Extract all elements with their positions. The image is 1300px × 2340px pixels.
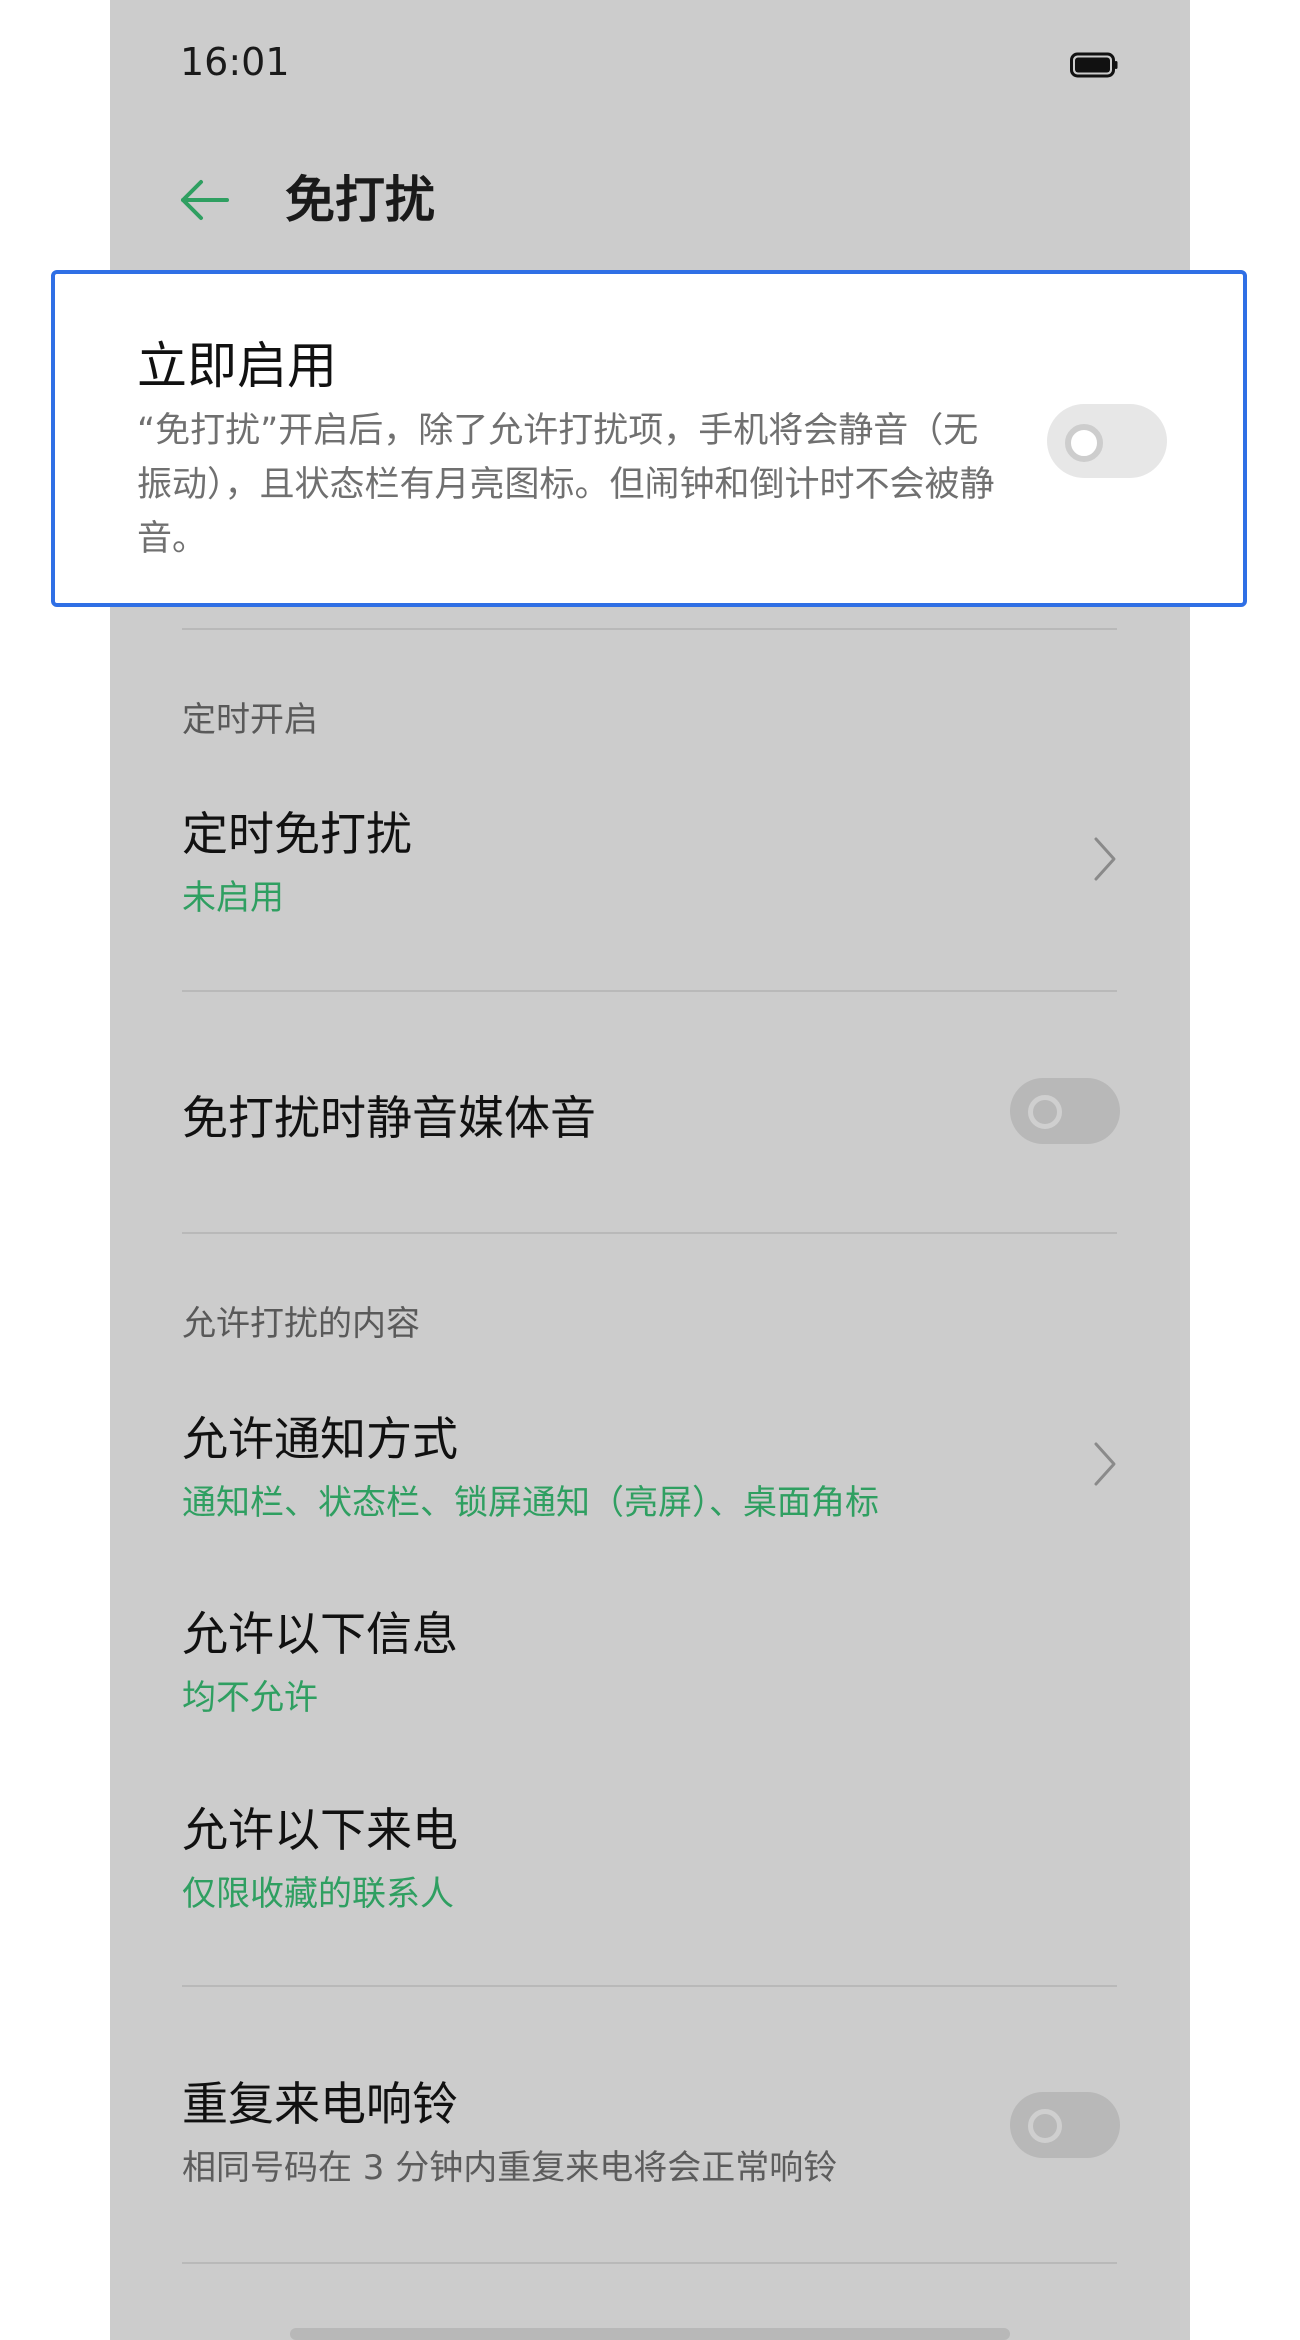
enable-now-description: “免打扰”开启后，除了允许打扰项，手机将会静音（无振动），且状态栏有月亮图标。但…	[137, 411, 995, 559]
allow-messages-title: 允许以下信息	[182, 1607, 458, 1661]
section-header-allow: 允许打扰的内容	[182, 1304, 420, 1344]
chevron-right-icon	[1094, 837, 1116, 881]
chevron-right-icon	[1094, 1442, 1116, 1486]
schedule-dnd-row[interactable]: 定时免打扰 未启用	[110, 770, 1190, 950]
divider	[182, 2262, 1117, 2264]
divider	[182, 990, 1117, 992]
mute-media-toggle[interactable]	[1010, 1078, 1120, 1144]
enable-now-card[interactable]: 立即启用 “免打扰”开启后，除了允许打扰项，手机将会静音（无振动），且状态栏有月…	[51, 270, 1247, 607]
navigation-handle	[290, 2328, 1010, 2340]
divider	[182, 1232, 1117, 1234]
toggle-knob	[1065, 424, 1103, 462]
allow-messages-row[interactable]: 允许以下信息 均不允许	[110, 1570, 1190, 1750]
enable-now-toggle[interactable]	[1047, 404, 1167, 478]
divider	[182, 1985, 1117, 1987]
app-bar: 免打扰	[110, 150, 1190, 260]
allow-calls-title: 允许以下来电	[182, 1803, 458, 1857]
page-title: 免打扰	[285, 171, 435, 229]
mute-media-title: 免打扰时静音媒体音	[182, 1091, 596, 1145]
allow-notification-row[interactable]: 允许通知方式 通知栏、状态栏、锁屏通知（亮屏）、桌面角标	[110, 1375, 1190, 1555]
mute-media-row[interactable]: 免打扰时静音媒体音	[110, 1050, 1190, 1180]
schedule-dnd-title: 定时免打扰	[182, 807, 412, 861]
allow-notification-value: 通知栏、状态栏、锁屏通知（亮屏）、桌面角标	[182, 1483, 879, 1523]
repeat-calls-title: 重复来电响铃	[182, 2077, 458, 2131]
toggle-knob	[1028, 2109, 1062, 2143]
status-bar: 16:01	[110, 0, 1190, 130]
repeat-calls-toggle[interactable]	[1010, 2092, 1120, 2158]
allow-messages-value: 均不允许	[182, 1678, 318, 1718]
divider	[182, 628, 1117, 630]
allow-notification-title: 允许通知方式	[182, 1412, 458, 1466]
back-arrow-icon[interactable]	[175, 170, 235, 230]
toggle-knob	[1028, 1095, 1062, 1129]
repeat-calls-row[interactable]: 重复来电响铃 相同号码在 3 分钟内重复来电将会正常响铃	[110, 2040, 1190, 2220]
repeat-calls-description: 相同号码在 3 分钟内重复来电将会正常响铃	[182, 2148, 838, 2188]
allow-calls-value: 仅限收藏的联系人	[182, 1874, 454, 1914]
schedule-dnd-status: 未启用	[182, 878, 284, 918]
enable-now-title: 立即启用	[137, 337, 337, 395]
section-header-schedule: 定时开启	[182, 700, 318, 740]
allow-calls-row[interactable]: 允许以下来电 仅限收藏的联系人	[110, 1766, 1190, 1946]
battery-icon	[1070, 52, 1118, 78]
status-time: 16:01	[180, 40, 290, 84]
